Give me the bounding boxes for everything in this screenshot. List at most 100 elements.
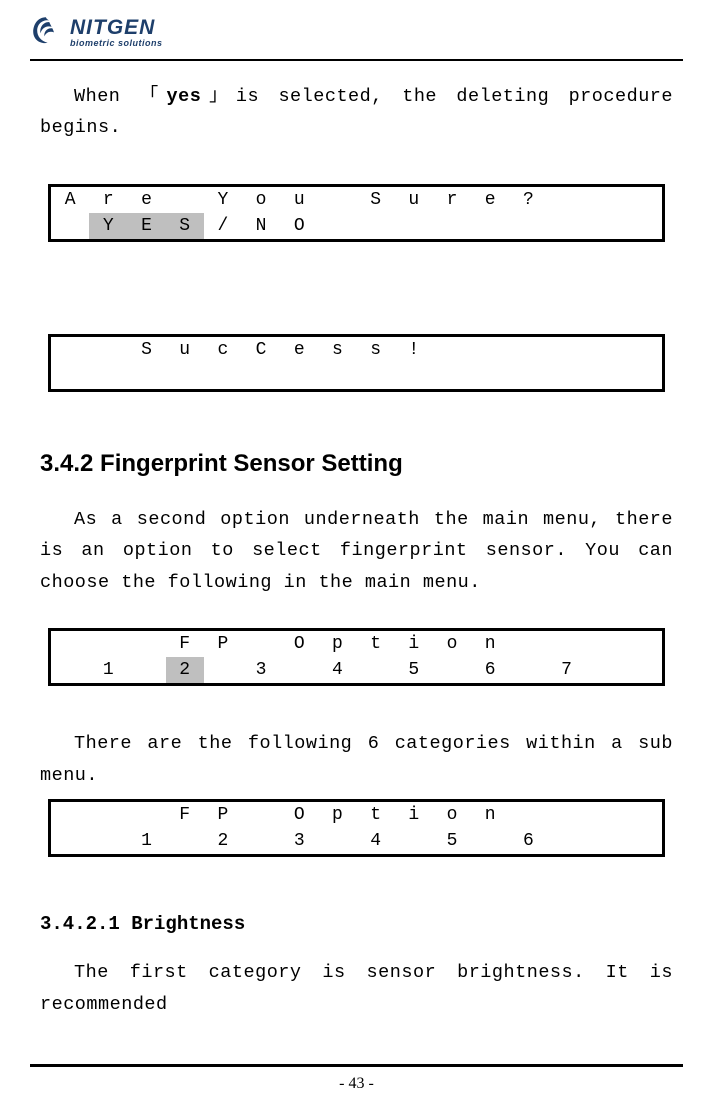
cell bbox=[395, 828, 433, 854]
cell: E bbox=[127, 213, 165, 239]
cell bbox=[547, 337, 585, 363]
lcd2-row2 bbox=[51, 363, 662, 389]
page-number: - 43 - bbox=[339, 1075, 374, 1092]
cell: O bbox=[280, 631, 318, 657]
lcd4-row1: F P O p t i o n bbox=[51, 802, 662, 828]
cell bbox=[204, 657, 242, 683]
cell bbox=[280, 363, 318, 389]
lcd-display-4: F P O p t i o n 1 bbox=[48, 799, 665, 857]
cell bbox=[586, 802, 624, 828]
cell bbox=[586, 363, 624, 389]
cell bbox=[318, 187, 356, 213]
cell bbox=[624, 657, 662, 683]
cell bbox=[471, 363, 509, 389]
cell bbox=[51, 363, 89, 389]
cell bbox=[624, 213, 662, 239]
cell bbox=[204, 363, 242, 389]
cell: t bbox=[357, 631, 395, 657]
cell: n bbox=[471, 631, 509, 657]
cell bbox=[89, 363, 127, 389]
lcd2-row1: S u c C e s s ! bbox=[51, 337, 662, 363]
header-logo: NITGEN biometric solutions bbox=[30, 10, 683, 57]
cell bbox=[166, 828, 204, 854]
cell: i bbox=[395, 802, 433, 828]
cell bbox=[357, 213, 395, 239]
cell bbox=[586, 631, 624, 657]
heading-3-4-2: 3.4.2 Fingerprint Sensor Setting bbox=[40, 450, 673, 478]
cell bbox=[242, 363, 280, 389]
cell bbox=[51, 631, 89, 657]
cell: 1 bbox=[127, 828, 165, 854]
cell bbox=[51, 337, 89, 363]
cell bbox=[242, 802, 280, 828]
cell bbox=[624, 337, 662, 363]
cell bbox=[318, 363, 356, 389]
cell bbox=[395, 213, 433, 239]
logo-swirl-icon bbox=[30, 14, 62, 51]
cell bbox=[89, 802, 127, 828]
cell bbox=[624, 363, 662, 389]
cell bbox=[471, 213, 509, 239]
cell bbox=[509, 363, 547, 389]
cell: o bbox=[433, 802, 471, 828]
cell: P bbox=[204, 631, 242, 657]
cell bbox=[127, 631, 165, 657]
cell bbox=[395, 363, 433, 389]
cell bbox=[89, 337, 127, 363]
lcd1-row1: A r e Y o u S u r e ? bbox=[51, 187, 662, 213]
cell: 4 bbox=[357, 828, 395, 854]
cell bbox=[242, 828, 280, 854]
cell: u bbox=[166, 337, 204, 363]
cell bbox=[433, 213, 471, 239]
cell bbox=[51, 657, 89, 683]
cell: i bbox=[395, 631, 433, 657]
cell bbox=[127, 657, 165, 683]
paragraph-1: When 「yes」is selected, the deleting proc… bbox=[40, 81, 673, 144]
cell bbox=[318, 828, 356, 854]
cell bbox=[127, 802, 165, 828]
logo-text: NITGEN biometric solutions bbox=[70, 17, 163, 48]
cell bbox=[586, 828, 624, 854]
cell bbox=[586, 337, 624, 363]
cell: 2 bbox=[204, 828, 242, 854]
cell bbox=[586, 213, 624, 239]
cell: 2 bbox=[166, 657, 204, 683]
p1-yes: yes bbox=[167, 86, 202, 107]
cell bbox=[624, 828, 662, 854]
cell bbox=[51, 802, 89, 828]
cell bbox=[547, 213, 585, 239]
lcd3-row1: F P O p t i o n bbox=[51, 631, 662, 657]
cell: S bbox=[127, 337, 165, 363]
cell: c bbox=[204, 337, 242, 363]
cell bbox=[471, 828, 509, 854]
cell: ! bbox=[395, 337, 433, 363]
footer-rule bbox=[30, 1064, 683, 1067]
cell: 5 bbox=[433, 828, 471, 854]
cell bbox=[242, 631, 280, 657]
logo-sub: biometric solutions bbox=[70, 39, 163, 48]
cell bbox=[357, 363, 395, 389]
cell bbox=[433, 657, 471, 683]
cell bbox=[280, 657, 318, 683]
cell bbox=[433, 363, 471, 389]
cell: C bbox=[242, 337, 280, 363]
cell bbox=[433, 337, 471, 363]
heading-3-4-2-1: 3.4.2.1 Brightness bbox=[40, 913, 673, 935]
cell: p bbox=[318, 631, 356, 657]
cell: O bbox=[280, 802, 318, 828]
cell: p bbox=[318, 802, 356, 828]
paragraph-2: As a second option underneath the main m… bbox=[40, 504, 673, 598]
cell bbox=[509, 337, 547, 363]
cell: 6 bbox=[471, 657, 509, 683]
cell bbox=[509, 631, 547, 657]
cell: / bbox=[204, 213, 242, 239]
cell: F bbox=[166, 631, 204, 657]
cell: s bbox=[357, 337, 395, 363]
cell: Y bbox=[89, 213, 127, 239]
cell bbox=[166, 187, 204, 213]
cell: 3 bbox=[280, 828, 318, 854]
logo-main: NITGEN bbox=[70, 17, 163, 38]
cell: t bbox=[357, 802, 395, 828]
footer: - 43 - bbox=[0, 1064, 713, 1093]
cell: A bbox=[51, 187, 89, 213]
